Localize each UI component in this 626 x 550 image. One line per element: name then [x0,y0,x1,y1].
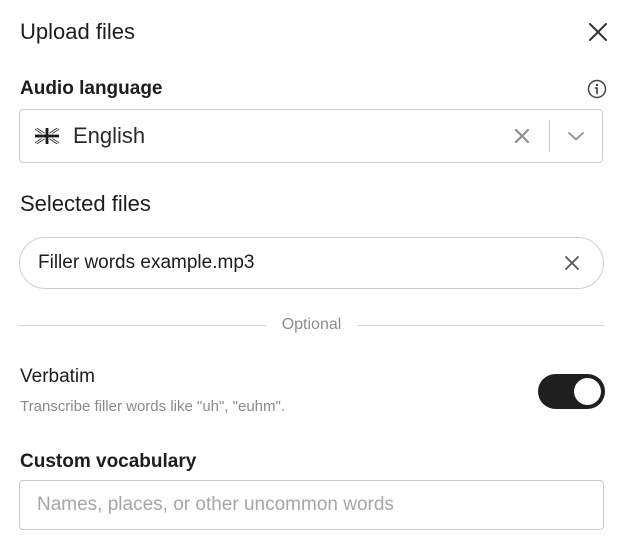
info-icon[interactable] [586,78,608,100]
divider-line [357,324,604,326]
audio-language-label: Audio language [20,78,163,99]
dialog-title: Upload files [20,19,135,44]
select-separator [549,120,550,152]
toggle-knob [574,378,601,405]
remove-file-button[interactable] [557,248,587,278]
verbatim-description: Transcribe filler words like "uh", "euhm… [20,398,285,415]
audio-language-select[interactable]: English [19,109,603,163]
uk-flag-icon [35,128,59,144]
close-button[interactable] [584,18,612,46]
clear-language-button[interactable] [507,121,537,151]
selected-files-title: Selected files [20,191,151,216]
close-icon [565,256,579,270]
dialog-header: Upload files [20,14,607,50]
verbatim-toggle[interactable] [538,374,605,409]
optional-divider: Optional [19,314,604,336]
divider-line [19,324,266,326]
clear-icon [514,128,530,144]
audio-language-label-row: Audio language [20,78,608,100]
file-name: Filler words example.mp3 [38,252,255,273]
selected-language: English [73,123,146,148]
file-chip: Filler words example.mp3 [19,237,604,289]
chevron-down-icon [568,132,584,141]
custom-vocabulary-label: Custom vocabulary [20,451,197,472]
custom-vocabulary-input[interactable] [19,480,604,530]
language-dropdown-toggle[interactable] [562,121,590,151]
verbatim-label: Verbatim [20,366,95,387]
upload-files-dialog: Upload files Audio language English Sele… [0,0,626,550]
divider-label: Optional [281,316,342,333]
close-icon [589,23,607,41]
